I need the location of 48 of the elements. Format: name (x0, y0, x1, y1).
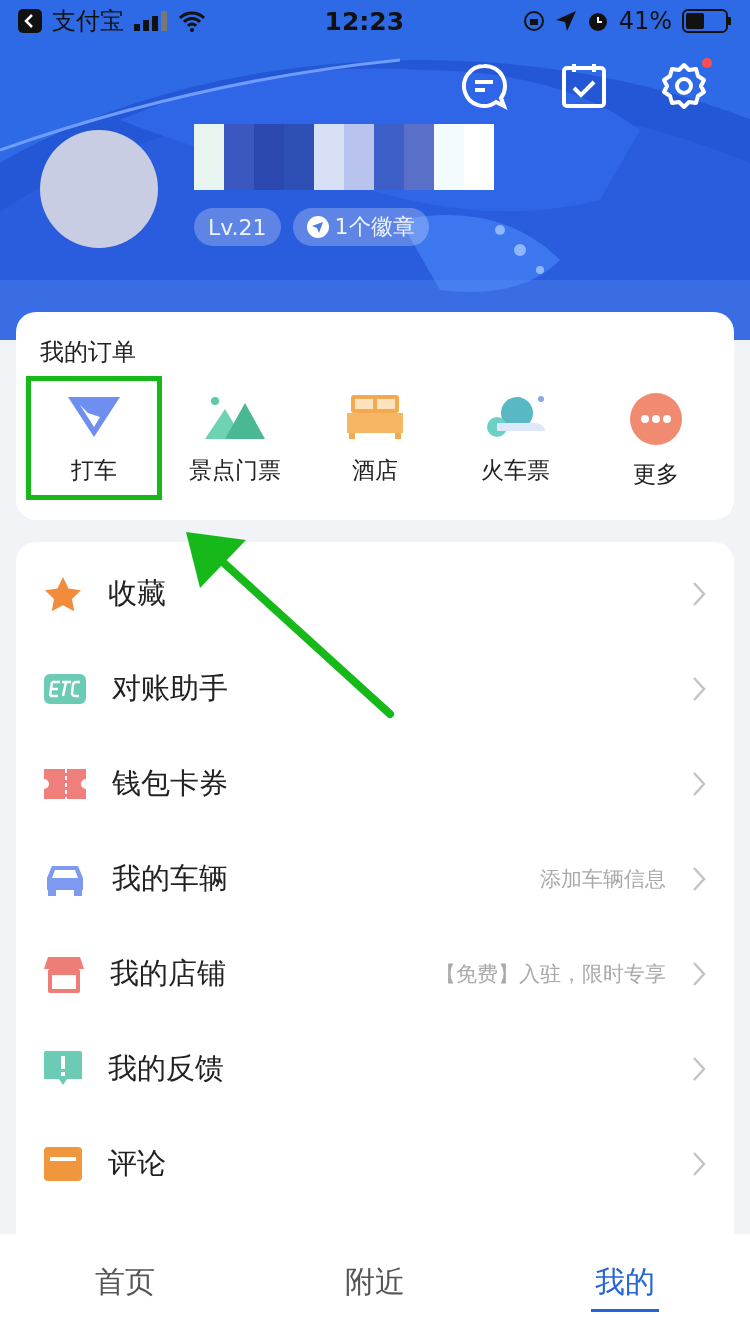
menu-hint: 【免费】入驻，限时专享 (435, 960, 666, 988)
battery-icon (682, 9, 732, 33)
menu-item[interactable]: 我的车辆 添加车辆信息 (16, 831, 734, 926)
calendar-check-button[interactable] (560, 62, 608, 110)
chevron-right-icon (692, 770, 706, 797)
star-icon (44, 575, 82, 612)
shop-icon (44, 954, 84, 993)
order-shortcut[interactable]: 火车票 (447, 376, 584, 500)
battery-percent: 41% (618, 7, 672, 35)
chevron-right-icon (692, 960, 706, 987)
message-button[interactable] (460, 62, 508, 110)
level-badge: Lv.21 (194, 208, 281, 246)
section-title: 我的订单 (39, 337, 137, 368)
menu-item[interactable]: 我的店铺 【免费】入驻，限时专享 (16, 926, 734, 1021)
order-shortcut[interactable]: 打车 (26, 376, 162, 500)
comment-icon (44, 1146, 82, 1181)
rotation-lock-icon (522, 10, 545, 32)
back-app-label: 支付宝 (52, 6, 124, 37)
chevron-right-icon (692, 1150, 706, 1177)
menu-item[interactable]: 我的反馈 (16, 1021, 734, 1116)
menu-item[interactable]: 对账助手 (16, 641, 734, 736)
menu-item[interactable]: 钱包卡券 (16, 736, 734, 831)
clock-time: 12:23 (324, 6, 405, 36)
tab[interactable]: 首页 (91, 1256, 159, 1312)
etc-icon (44, 673, 86, 704)
feedback-icon (44, 1050, 82, 1087)
chevron-right-icon (692, 580, 706, 607)
bed-icon (345, 393, 405, 441)
more-icon (630, 393, 682, 445)
menu-hint: 添加车辆信息 (540, 865, 666, 893)
chevron-right-icon (692, 675, 706, 702)
chevron-right-icon (692, 865, 706, 892)
wifi-icon (178, 10, 206, 32)
signal-icon (134, 11, 168, 31)
tab[interactable]: 附近 (341, 1256, 409, 1312)
tab[interactable]: 我的 (591, 1256, 659, 1312)
back-icon (18, 9, 42, 33)
order-shortcut[interactable]: 酒店 (307, 376, 443, 500)
menu-item[interactable]: 评论 (16, 1116, 734, 1211)
plane-icon (306, 216, 329, 238)
alarm-icon (586, 10, 609, 32)
order-shortcut[interactable]: 景点门票 (166, 376, 303, 500)
chevron-right-icon (692, 1055, 706, 1082)
ticket-icon (44, 768, 86, 799)
medal-badge: 1个徽章 (292, 208, 429, 246)
menu-item[interactable]: 收藏 (16, 546, 734, 641)
order-shortcut[interactable]: 更多 (588, 376, 724, 500)
location-icon (554, 10, 577, 32)
